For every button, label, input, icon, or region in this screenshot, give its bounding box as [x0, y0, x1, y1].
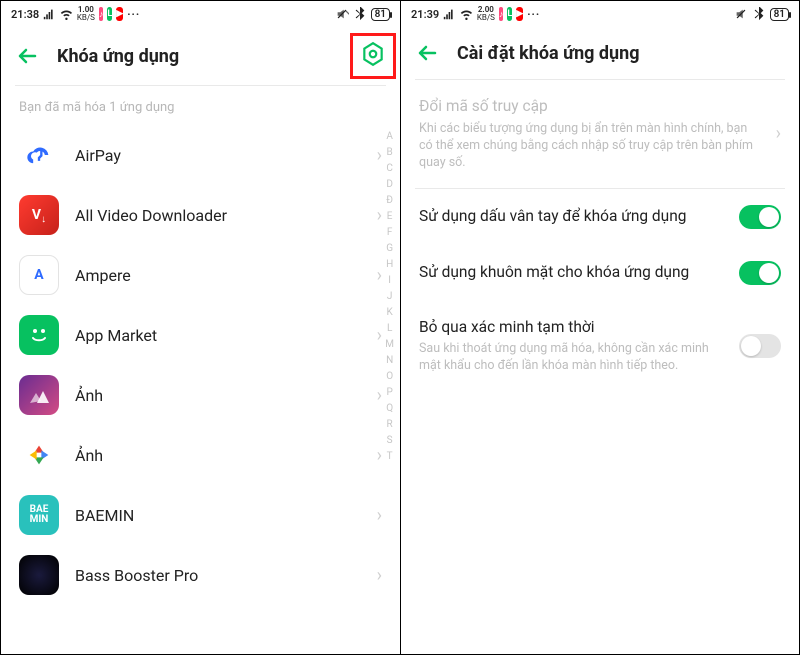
- chevron-right-icon: ›: [377, 385, 382, 406]
- app-icon: [19, 375, 59, 415]
- phone-right: 21:39 2.00KB/S ♪ L ▶ ··· 81 Cài đặt khóa…: [400, 1, 799, 654]
- bluetooth-icon: [353, 7, 367, 21]
- signal-icon: [443, 8, 456, 21]
- status-time: 21:38: [11, 8, 39, 21]
- status-time: 21:39: [411, 8, 439, 21]
- header: Cài đặt khóa ứng dụng: [401, 27, 799, 79]
- app-badge-icon: ♪: [99, 7, 104, 21]
- chevron-right-icon: ›: [377, 565, 382, 586]
- chevron-right-icon: ›: [377, 445, 382, 466]
- page-title: Khóa ứng dụng: [57, 46, 179, 67]
- app-name: Bass Booster Pro: [75, 566, 361, 585]
- app-row-avd[interactable]: V↓ All Video Downloader ›: [1, 185, 400, 245]
- app-row-airpay[interactable]: AirPay ›: [1, 125, 400, 185]
- app-badge-icon: ♪: [499, 7, 504, 21]
- setting-title: Sử dụng dấu vân tay để khóa ứng dụng: [419, 206, 727, 227]
- battery-indicator: 81: [770, 8, 789, 21]
- battery-indicator: 81: [371, 8, 390, 21]
- app-row-bass[interactable]: Bass Booster Pro ›: [1, 545, 400, 605]
- setting-desc: Sau khi thoát ứng dụng mã hóa, không cần…: [419, 341, 727, 375]
- app-row-anh1[interactable]: Ảnh ›: [1, 365, 400, 425]
- alpha-index[interactable]: ABC DĐE FGH IJK LMN OPQ RST: [385, 125, 394, 654]
- app-icon: [19, 135, 59, 175]
- mute-icon: [734, 7, 748, 21]
- setting-fingerprint: Sử dụng dấu vân tay để khóa ứng dụng: [401, 189, 799, 245]
- youtube-icon: ▶: [516, 7, 523, 21]
- settings-button[interactable]: [360, 41, 386, 71]
- app-name: App Market: [75, 326, 361, 345]
- chevron-right-icon: ›: [377, 325, 382, 346]
- phone-left: 21:38 1.00KB/S ♪ L ▶ ··· 81 Khóa ứng dụn…: [1, 1, 400, 654]
- app-icon: BAEMIN: [19, 495, 59, 535]
- app-name: BAEMIN: [75, 506, 361, 525]
- setting-skip-verify: Bỏ qua xác minh tạm thời Sau khi thoát ứ…: [401, 301, 799, 392]
- app-row-baemin[interactable]: BAEMIN BAEMIN ›: [1, 485, 400, 545]
- setting-desc: Khi các biểu tượng ứng dụng bị ẩn trên m…: [419, 121, 764, 172]
- status-bar: 21:38 1.00KB/S ♪ L ▶ ··· 81: [1, 1, 400, 27]
- app-icon: [19, 435, 59, 475]
- bluetooth-icon: [752, 7, 766, 21]
- back-arrow-icon[interactable]: [15, 44, 39, 68]
- line-app-icon: L: [507, 7, 512, 21]
- app-icon: [19, 555, 59, 595]
- setting-title: Bỏ qua xác minh tạm thời: [419, 317, 727, 338]
- setting-title: Sử dụng khuôn mặt cho khóa ứng dụng: [419, 262, 727, 283]
- more-notifications-icon: ···: [527, 8, 540, 21]
- app-list: AirPay › V↓ All Video Downloader › A Amp…: [1, 125, 400, 654]
- chevron-right-icon: ›: [377, 145, 382, 166]
- app-name: Ảnh: [75, 446, 361, 465]
- chevron-right-icon: ›: [377, 205, 382, 226]
- app-name: All Video Downloader: [75, 206, 361, 225]
- page-title: Cài đặt khóa ứng dụng: [457, 43, 640, 64]
- tutorial-highlight: [350, 33, 396, 79]
- chevron-right-icon: ›: [377, 265, 382, 286]
- line-app-icon: L: [107, 7, 112, 21]
- more-notifications-icon: ···: [127, 8, 140, 21]
- chevron-right-icon: ›: [377, 505, 382, 526]
- toggle-skip-verify[interactable]: [739, 334, 781, 358]
- app-row-anh2[interactable]: Ảnh ›: [1, 425, 400, 485]
- setting-title: Đổi mã số truy cập: [419, 96, 764, 117]
- app-icon: [19, 315, 59, 355]
- signal-icon: [43, 8, 56, 21]
- status-kbs: 1.00KB/S: [77, 6, 95, 22]
- youtube-icon: ▶: [116, 7, 123, 21]
- toggle-fingerprint[interactable]: [739, 205, 781, 229]
- chevron-right-icon: ›: [776, 123, 781, 144]
- section-caption: Bạn đã mã hóa 1 ứng dụng: [1, 86, 400, 125]
- app-row-appmarket[interactable]: App Market ›: [1, 305, 400, 365]
- status-kbs: 2.00KB/S: [477, 6, 495, 22]
- setting-face: Sử dụng khuôn mặt cho khóa ứng dụng: [401, 245, 799, 301]
- back-arrow-icon[interactable]: [415, 41, 439, 65]
- header: Khóa ứng dụng: [1, 27, 400, 85]
- app-icon: A: [19, 255, 59, 295]
- mute-icon: [335, 7, 349, 21]
- app-row-ampere[interactable]: A Ampere ›: [1, 245, 400, 305]
- setting-change-passcode[interactable]: Đổi mã số truy cập Khi các biểu tượng ứn…: [401, 80, 799, 188]
- wifi-icon: [460, 8, 473, 21]
- toggle-face[interactable]: [739, 261, 781, 285]
- app-name: Ảnh: [75, 386, 361, 405]
- app-name: AirPay: [75, 146, 361, 165]
- app-name: Ampere: [75, 266, 361, 285]
- app-icon: V↓: [19, 195, 59, 235]
- wifi-icon: [60, 8, 73, 21]
- status-bar: 21:39 2.00KB/S ♪ L ▶ ··· 81: [401, 1, 799, 27]
